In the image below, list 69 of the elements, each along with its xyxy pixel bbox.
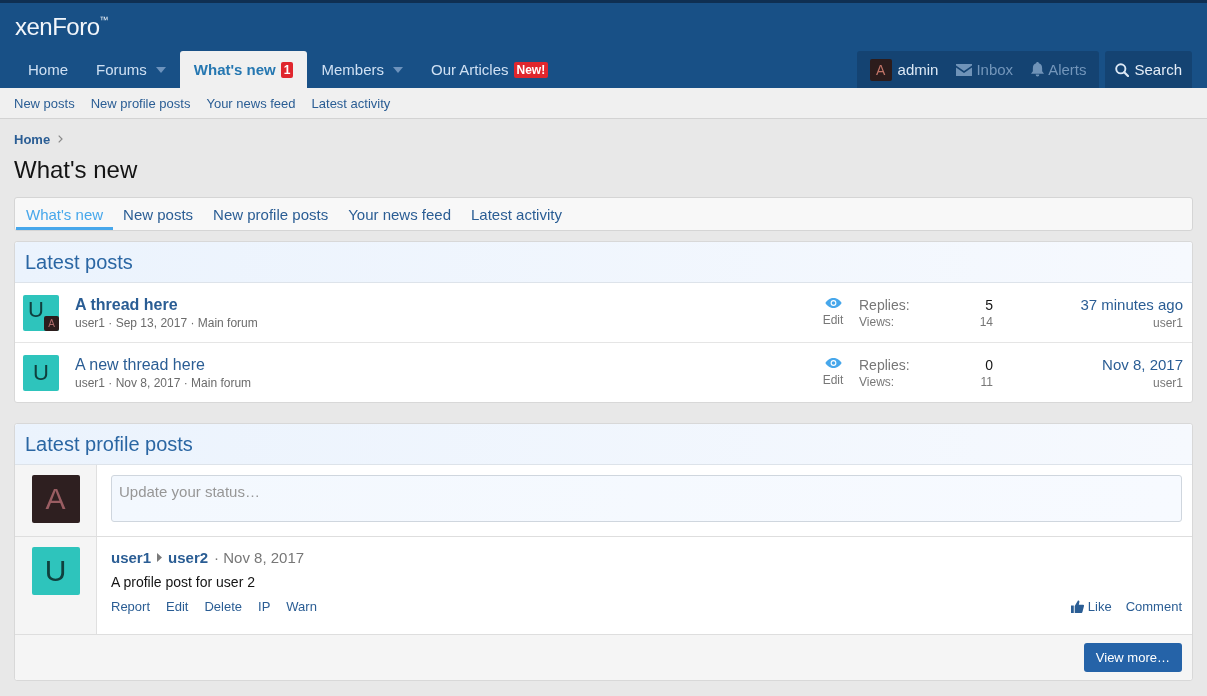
username-link[interactable]: user1 [111, 549, 152, 566]
eye-icon[interactable] [824, 358, 842, 368]
post-date: · Nov 8, 2017 [214, 549, 305, 566]
caret-icon[interactable] [393, 66, 403, 73]
nav-tab[interactable]: Members [307, 51, 417, 88]
caret-icon[interactable] [155, 66, 166, 73]
count-badge: 1 [280, 61, 294, 78]
edit-link[interactable]: Edit [822, 313, 844, 327]
thread-title-link[interactable]: A thread here [75, 295, 813, 314]
status-input-field[interactable]: Update your status… [111, 475, 1182, 522]
envelope-icon [956, 63, 973, 76]
thread-title-link[interactable]: A new thread here [75, 355, 813, 374]
alerts-link[interactable]: Alerts [1022, 51, 1096, 88]
post-action-link[interactable]: Report [111, 599, 151, 614]
post-action-link[interactable]: Delete [204, 599, 242, 614]
views-label: Views: [859, 314, 896, 329]
replies-count: 0 [985, 356, 993, 373]
latest-post-date-link[interactable]: 37 minutes ago [1080, 295, 1183, 313]
tab[interactable]: Latest activity [461, 201, 572, 230]
replies-count: 5 [985, 296, 993, 313]
view-more-button[interactable]: View more… [1083, 643, 1182, 672]
thumbs-up-icon [1070, 600, 1084, 613]
thread-meta: user1 · Sep 13, 2017 · Main forum [75, 315, 259, 330]
card-title[interactable]: Latest posts [25, 250, 133, 274]
bell-icon [1031, 62, 1045, 77]
nav-tab[interactable]: Our Articles New! [417, 51, 563, 88]
edit-link[interactable]: Edit [822, 373, 844, 387]
latest-poster-link[interactable]: user1 [1152, 315, 1183, 330]
post-action-link[interactable]: Warn [286, 599, 317, 614]
tab[interactable]: New profile posts [203, 201, 339, 230]
inbox-link[interactable]: Inbox [947, 51, 1023, 88]
views-count: 14 [979, 314, 993, 329]
site-logo[interactable]: xenForo$^{™}$ [15, 15, 109, 39]
tab[interactable]: Your news feed [338, 201, 461, 230]
user-avatar[interactable]: U [31, 547, 80, 595]
card-title[interactable]: Latest profile posts [25, 432, 193, 456]
user-avatar[interactable]: U [23, 354, 59, 391]
nav-tab[interactable]: What's new 1 [179, 51, 308, 88]
breadcrumb-link[interactable]: Home [14, 131, 51, 147]
views-label: Views: [859, 374, 896, 389]
search-icon [1115, 62, 1130, 77]
count-badge: New! [513, 61, 549, 78]
post-text: A profile post for user 2 [111, 574, 256, 590]
latest-post-date-link[interactable]: Nov 8, 2017 [1102, 355, 1183, 373]
user-avatar: A [869, 58, 892, 81]
search-button[interactable]: Search [1105, 51, 1192, 88]
views-count: 11 [980, 374, 993, 389]
sub-nav-link[interactable]: New posts [6, 95, 83, 111]
chevron-right-icon [58, 135, 64, 143]
nav-tab[interactable]: Home [14, 51, 82, 88]
last-poster-avatar-badge[interactable]: A [44, 315, 59, 331]
account-link[interactable]: A admin [860, 51, 948, 88]
sub-nav-link[interactable]: New profile posts [82, 95, 199, 111]
replies-label: Replies: [859, 356, 911, 373]
post-action-link[interactable]: IP [258, 599, 271, 614]
comment-link[interactable]: Comment [1125, 599, 1182, 614]
sub-nav-link[interactable]: Latest activity [303, 95, 399, 111]
eye-icon[interactable] [824, 298, 842, 308]
caret-right-icon [157, 553, 163, 562]
thread-meta: user1 · Nov 8, 2017 · Main forum [75, 375, 253, 390]
post-action-link[interactable]: Edit [166, 599, 189, 614]
like-link[interactable]: Like [1070, 599, 1112, 614]
page-title: What's new [14, 155, 139, 185]
replies-label: Replies: [859, 296, 911, 313]
latest-poster-link[interactable]: user1 [1152, 375, 1183, 390]
sub-nav-link[interactable]: Your news feed [198, 95, 304, 111]
nav-tab[interactable]: Forums [82, 51, 180, 88]
tab[interactable]: New posts [113, 201, 204, 230]
username-link[interactable]: user2 [168, 549, 209, 566]
